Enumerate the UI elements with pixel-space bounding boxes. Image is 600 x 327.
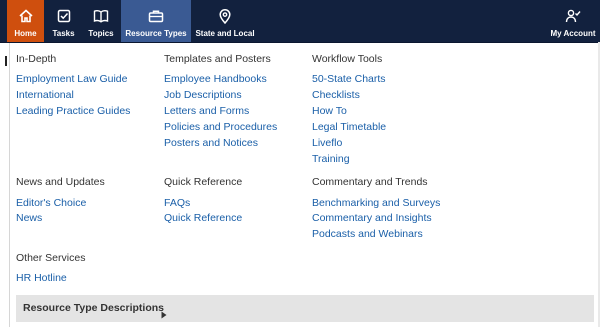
link-job-descriptions[interactable]: Job Descriptions xyxy=(164,89,242,101)
caret-right-icon xyxy=(161,306,167,324)
link-letters-and-forms[interactable]: Letters and Forms xyxy=(164,105,249,117)
link-quick-reference[interactable]: Quick Reference xyxy=(164,212,242,224)
link-training[interactable]: Training xyxy=(312,153,350,165)
link-benchmarking-and-surveys[interactable]: Benchmarking and Surveys xyxy=(312,197,440,209)
section-heading-in-depth: In-Depth xyxy=(16,53,57,65)
link-leading-practice-guides[interactable]: Leading Practice Guides xyxy=(16,105,130,117)
link-employment-law-guide[interactable]: Employment Law Guide xyxy=(16,73,127,85)
section-heading-quick-reference: Quick Reference xyxy=(164,176,243,188)
link-posters-and-notices[interactable]: Posters and Notices xyxy=(164,137,258,149)
nav-home-label: Home xyxy=(14,29,37,38)
link-podcasts-and-webinars[interactable]: Podcasts and Webinars xyxy=(312,228,423,240)
link-international[interactable]: International xyxy=(16,89,74,101)
link-commentary-and-insights[interactable]: Commentary and Insights xyxy=(312,212,432,224)
section-heading-other-services: Other Services xyxy=(16,252,86,264)
nav-topics-label: Topics xyxy=(88,29,114,38)
link-liveflo[interactable]: Liveflo xyxy=(312,137,342,149)
link-employee-handbooks[interactable]: Employee Handbooks xyxy=(164,73,267,85)
link-50-state-charts[interactable]: 50-State Charts xyxy=(312,73,386,85)
nav-tasks-label: Tasks xyxy=(52,29,75,38)
link-hr-hotline[interactable]: HR Hotline xyxy=(16,272,67,284)
checkbox-icon xyxy=(45,9,82,23)
nav-tasks[interactable]: Tasks xyxy=(45,0,82,42)
briefcase-icon xyxy=(121,9,191,23)
link-checklists[interactable]: Checklists xyxy=(312,89,360,101)
nav-state-and-local[interactable]: State and Local xyxy=(193,0,257,42)
link-policies-and-procedures[interactable]: Policies and Procedures xyxy=(164,121,277,133)
nav-resource-types[interactable]: Resource Types xyxy=(121,0,191,42)
open-book-icon xyxy=(82,9,120,23)
link-legal-timetable[interactable]: Legal Timetable xyxy=(312,121,386,133)
map-pin-icon xyxy=(193,9,257,24)
link-how-to[interactable]: How To xyxy=(312,105,347,117)
nav-my-account[interactable]: My Account xyxy=(546,0,600,42)
home-icon xyxy=(7,9,44,23)
link-editors-choice[interactable]: Editor's Choice xyxy=(16,197,86,209)
link-faqs[interactable]: FAQs xyxy=(164,197,190,209)
resource-type-descriptions-toggle[interactable]: Resource Type Descriptions xyxy=(16,295,594,322)
top-nav-bar: Home Tasks Topics Resource Types State a… xyxy=(0,0,600,43)
resource-type-descriptions-label: Resource Type Descriptions xyxy=(23,302,165,314)
nav-resource-types-label: Resource Types xyxy=(125,29,187,38)
link-news[interactable]: News xyxy=(16,212,42,224)
section-heading-news-and-updates: News and Updates xyxy=(16,176,105,188)
section-heading-templates-and-posters: Templates and Posters xyxy=(164,53,271,65)
nav-state-and-local-label: State and Local xyxy=(195,29,255,38)
nav-my-account-label: My Account xyxy=(550,29,596,38)
section-heading-commentary-and-trends: Commentary and Trends xyxy=(312,176,428,188)
nav-home[interactable]: Home xyxy=(7,0,44,42)
section-heading-workflow-tools: Workflow Tools xyxy=(312,53,383,65)
nav-topics[interactable]: Topics xyxy=(82,0,120,42)
page-edge-marker xyxy=(5,56,7,66)
user-check-icon xyxy=(546,9,600,23)
